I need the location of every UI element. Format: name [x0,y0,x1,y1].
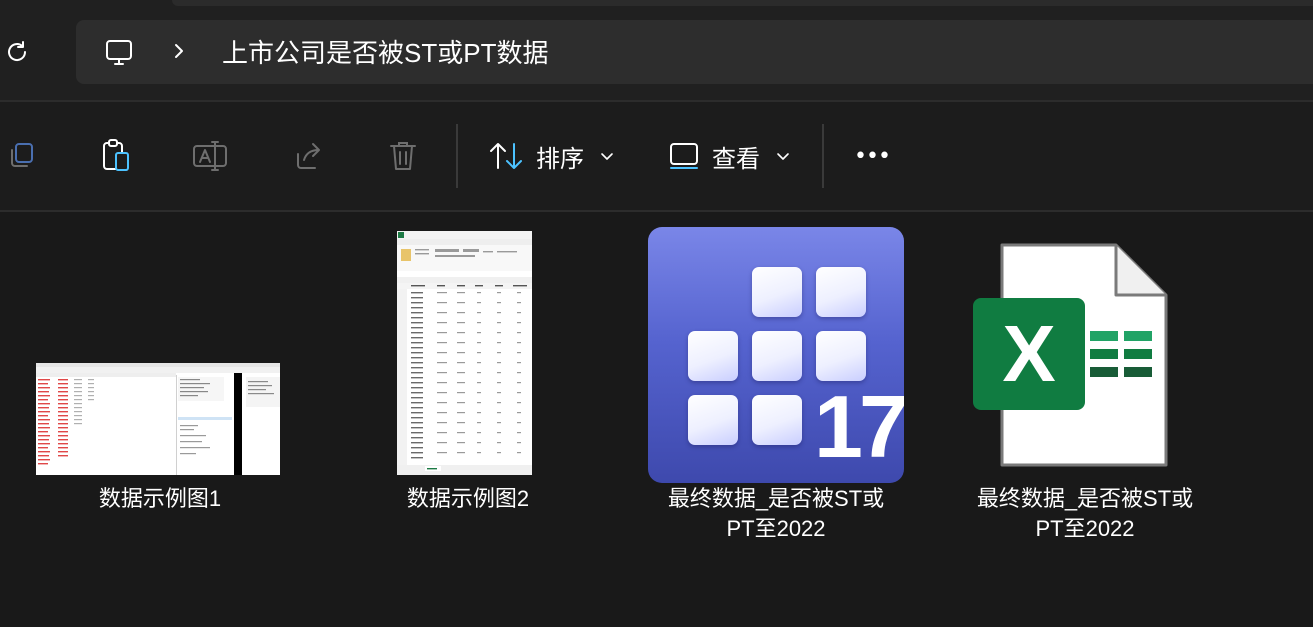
share-button[interactable] [288,134,328,178]
stata-version-number: 17 [814,377,904,476]
view-button[interactable]: 查看 [668,134,790,178]
file-name[interactable]: 数据示例图1 [40,484,280,514]
copy-button[interactable] [0,134,40,178]
file-name[interactable]: 最终数据_是否被ST或 PT至2022 [945,484,1225,544]
breadcrumb-chevron-icon[interactable] [172,41,186,61]
stata-grid-square [816,331,866,381]
refresh-icon [8,41,27,61]
stata-grid-square [752,331,802,381]
stata-grid-square [752,267,802,317]
copy-icon [11,143,33,167]
file-name[interactable]: 最终数据_是否被ST或 PT至2022 [636,484,916,544]
rename-icon [193,141,227,171]
chevron-down-icon [601,153,613,160]
this-pc-icon[interactable] [104,38,134,68]
more-options-button[interactable]: ••• [852,134,892,178]
more-icon: ••• [854,143,891,169]
sort-button[interactable]: 排序 [488,134,614,178]
stata-grid-square [752,395,802,445]
paste-icon [103,139,129,171]
breadcrumb-current-folder[interactable]: 上市公司是否被ST或PT数据 [222,36,548,70]
file-name-line-2: PT至2022 [1035,516,1135,541]
delete-icon [390,142,416,170]
excel-badge: X [973,298,1085,410]
file-name[interactable]: 数据示例图2 [350,484,586,514]
file-thumbnail-image-2[interactable] [397,231,532,475]
paste-button[interactable] [96,134,136,178]
file-thumbnail-image-1[interactable] [36,363,280,475]
delete-button[interactable] [383,134,423,178]
stata-file-icon[interactable]: 17 [648,227,904,483]
toolbar-separator [822,124,824,188]
stata-grid-square [816,267,866,317]
file-name-line-1: 最终数据_是否被ST或 [976,486,1194,511]
view-label: 查看 [712,144,760,173]
view-icon [670,143,698,169]
rename-button[interactable] [190,134,230,178]
share-icon [297,143,320,169]
excel-x-letter: X [1002,309,1056,398]
file-name-line-1: 最终数据_是否被ST或 [667,486,885,511]
file-name-line-2: PT至2022 [726,516,826,541]
stata-grid-square [688,331,738,381]
sort-icon [490,143,522,169]
refresh-button[interactable] [4,38,30,66]
stata-grid-square [688,395,738,445]
content-divider [0,210,1313,212]
chevron-down-icon [777,153,789,160]
sort-label: 排序 [536,144,584,173]
toolbar-separator [456,124,458,188]
tab-edge [172,0,1313,6]
